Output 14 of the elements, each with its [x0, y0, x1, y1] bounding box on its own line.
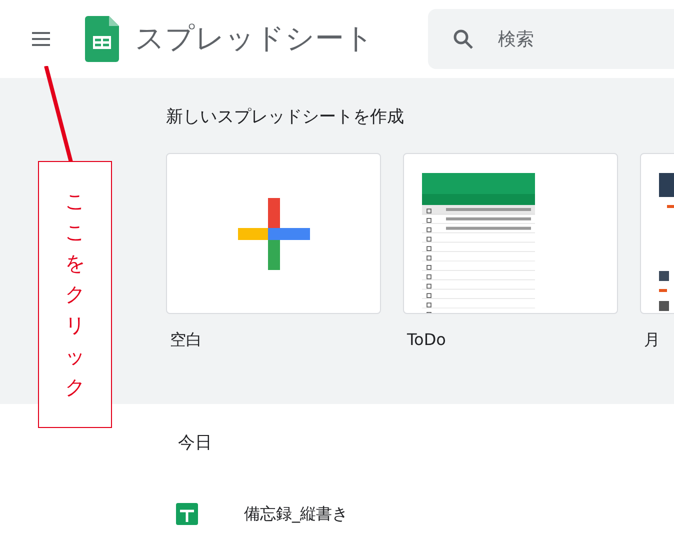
annotation-text: ここをクリック	[65, 188, 85, 401]
section-heading: 今日	[178, 432, 212, 455]
gallery-heading: 新しいスプレッドシートを作成	[166, 106, 405, 129]
search-field[interactable]: 検索	[428, 9, 674, 69]
app-title: スプレッドシート	[135, 20, 374, 58]
template-label: 月	[644, 329, 660, 351]
spreadsheet-file-icon	[176, 502, 198, 524]
search-icon	[451, 27, 475, 51]
file-row[interactable]: 備忘録_縦書き	[176, 502, 576, 526]
template-label: ToDo	[407, 329, 446, 351]
spreadsheet-logo-icon	[85, 16, 119, 62]
plus-icon	[238, 198, 310, 270]
file-name: 備忘録_縦書き	[244, 502, 348, 525]
template-label: 空白	[170, 329, 202, 351]
